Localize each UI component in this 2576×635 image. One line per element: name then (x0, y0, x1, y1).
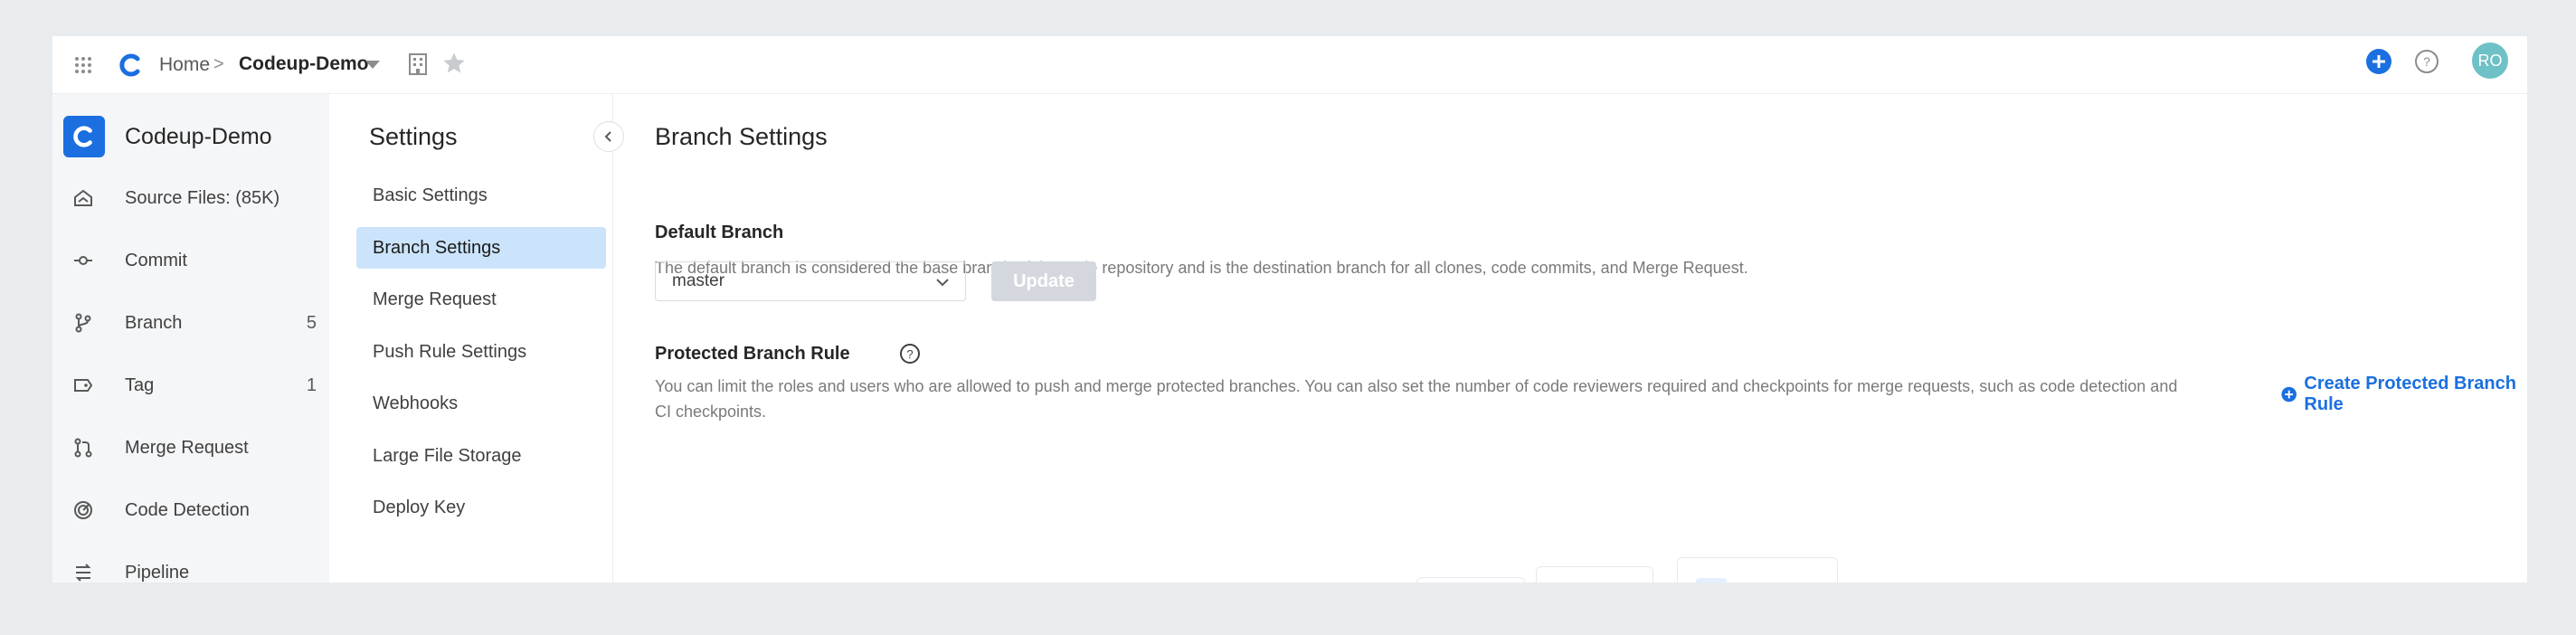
building-icon[interactable] (406, 52, 430, 77)
create-plus-icon[interactable] (2365, 48, 2392, 75)
protected-branch-title: Protected Branch Rule (655, 344, 850, 364)
apps-grid-icon[interactable] (74, 56, 92, 74)
chevron-left-icon (604, 131, 611, 142)
sidebar-item-tag[interactable]: Tag 1 (72, 364, 317, 407)
default-branch-title: Default Branch (655, 223, 784, 242)
collapse-menu-button[interactable] (593, 121, 624, 152)
branch-settings-panel: Branch Settings Default Branch The defau… (613, 94, 2527, 583)
settings-menu: Settings Basic Settings Branch Settings … (329, 94, 613, 583)
settings-item-large-file-storage[interactable]: Large File Storage (356, 435, 606, 477)
sidebar-item-commit[interactable]: Commit (72, 239, 317, 282)
sidebar-item-label: Tag (125, 374, 155, 395)
merge-request-icon (72, 437, 94, 459)
sidebar-item-label: Merge Request (125, 437, 249, 458)
pipeline-icon (72, 562, 94, 583)
repo-sidebar: Codeup-Demo Source Files: (85K) Commit B… (52, 94, 329, 583)
sidebar-item-code-detection[interactable]: Code Detection (72, 488, 317, 532)
codeup-logo-icon[interactable] (118, 52, 145, 79)
settings-title: Settings (369, 123, 458, 150)
sidebar-item-label: Pipeline (125, 562, 190, 583)
star-icon[interactable] (441, 51, 467, 76)
app-window: Home > Codeup-Demo ? RO Codeup-Demo Sour… (52, 36, 2527, 583)
merge-request-icon (1696, 578, 1727, 583)
settings-item-merge-request[interactable]: Merge Request (356, 279, 606, 320)
sidebar-item-label: Source Files: (85K) (125, 187, 280, 208)
sidebar-item-label: Branch (125, 312, 183, 333)
sidebar-item-merge-request[interactable]: Merge Request (72, 426, 317, 469)
protected-rule-help-icon[interactable]: ? (899, 343, 921, 365)
help-icon[interactable]: ? (2413, 48, 2440, 75)
breadcrumb-home[interactable]: Home (159, 54, 210, 76)
plus-circle-icon (2281, 386, 2297, 403)
sidebar-item-branch[interactable]: Branch 5 (72, 301, 317, 345)
sidebar-item-pipeline[interactable]: Pipeline (72, 551, 317, 583)
default-branch-select[interactable]: master (655, 261, 966, 301)
top-bar: Home > Codeup-Demo ? RO (52, 36, 2527, 94)
repo-dropdown-caret-icon[interactable] (365, 61, 380, 69)
breadcrumb-repo[interactable]: Codeup-Demo (239, 53, 369, 75)
breadcrumb-separator: > (213, 54, 224, 74)
settings-item-push-rule[interactable]: Push Rule Settings (356, 331, 606, 373)
svg-text:?: ? (2423, 54, 2430, 69)
user-avatar[interactable]: RO (2472, 43, 2508, 79)
settings-item-webhooks[interactable]: Webhooks (356, 383, 606, 424)
branch-icon (72, 312, 94, 334)
create-protected-branch-rule-label: Create Protected Branch Rule (2304, 374, 2516, 414)
code-detection-icon (72, 499, 94, 521)
page-title: Branch Settings (655, 123, 828, 150)
sidebar-item-count: 5 (306, 312, 317, 333)
protected-branch-description-line2: CI checkpoints. (655, 403, 767, 421)
illustration-card (1536, 566, 1653, 583)
repo-name: Codeup-Demo (125, 123, 272, 149)
repo-logo-icon (63, 116, 105, 157)
settings-item-branch[interactable]: Branch Settings (356, 227, 606, 269)
commit-icon (72, 250, 94, 271)
source-files-icon (72, 187, 94, 209)
svg-text:?: ? (906, 347, 913, 361)
illustration-card (1677, 557, 1838, 583)
illustration-card (1416, 577, 1525, 583)
sidebar-item-label: Commit (125, 250, 187, 270)
chevron-down-icon (936, 279, 949, 287)
tag-icon (72, 374, 94, 396)
default-branch-value: master (672, 271, 725, 290)
settings-item-deploy-key[interactable]: Deploy Key (356, 487, 606, 528)
sidebar-item-count: 1 (306, 374, 317, 395)
create-protected-branch-rule-link[interactable]: Create Protected Branch Rule (2281, 374, 2527, 415)
update-button[interactable]: Update (991, 261, 1096, 301)
repo-header[interactable]: Codeup-Demo (63, 116, 272, 157)
sidebar-item-label: Code Detection (125, 499, 250, 520)
protected-branch-description-line1: You can limit the roles and users who ar… (655, 377, 2178, 395)
sidebar-item-source-files[interactable]: Source Files: (85K) (72, 176, 317, 220)
settings-item-basic[interactable]: Basic Settings (356, 175, 606, 216)
